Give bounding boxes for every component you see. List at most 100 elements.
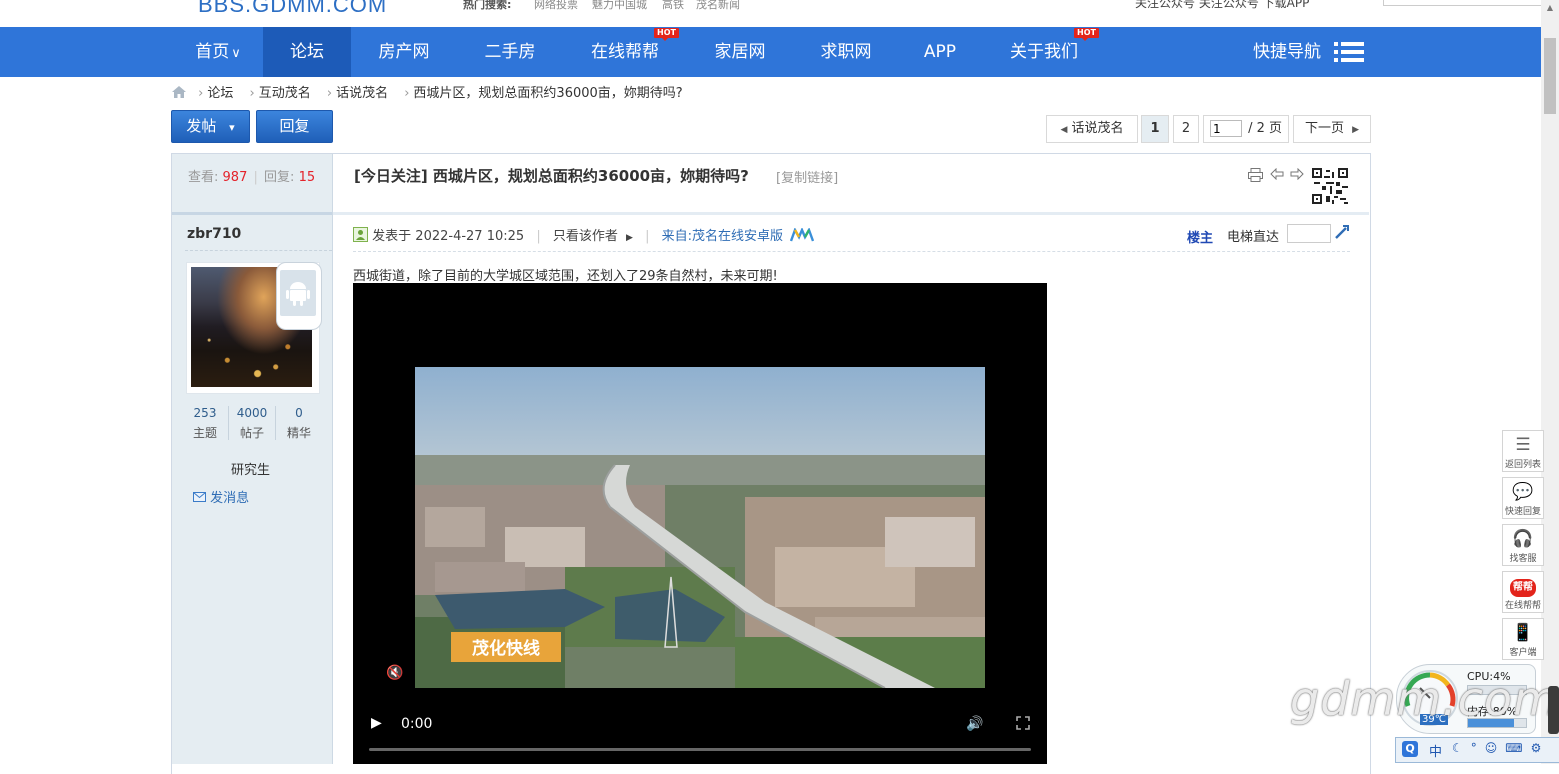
nav-item-jobs[interactable]: 求职网	[806, 27, 886, 77]
chevron-down-icon: ∨	[231, 46, 241, 61]
breadcrumb-link[interactable]: 话说茂名	[336, 86, 388, 101]
video-frame-aerial-view: 茂化快线	[415, 367, 985, 688]
caret-left-icon: ◀	[1060, 125, 1068, 135]
breadcrumb-separator: ›	[249, 86, 255, 101]
stat-divider: |	[253, 170, 258, 185]
page-button-current[interactable]: 1	[1141, 115, 1169, 143]
post-content: 西城街道，除了目前的大学城区域范围，还划入了29条自然村，未来可期!	[353, 269, 778, 284]
page-total-label: / 2 页	[1248, 121, 1283, 136]
divider	[185, 250, 332, 251]
app-icon: 📱	[1512, 623, 1534, 643]
nav-item-label: 关于我们	[1010, 42, 1078, 62]
nav-item-app[interactable]: APP	[915, 27, 965, 77]
breadcrumb-link[interactable]: 论坛	[207, 86, 233, 101]
page-jump-input[interactable]	[1210, 120, 1242, 137]
new-post-button[interactable]: 发帖 ▾	[171, 110, 250, 143]
previous-thread-icon[interactable]	[1270, 167, 1284, 184]
author-topics-count[interactable]: 253	[183, 406, 227, 420]
breadcrumb-link[interactable]: 互动茂名	[259, 86, 311, 101]
nav-item-home[interactable]: 首页 ∨	[178, 27, 258, 77]
play-icon[interactable]: ▶	[371, 715, 382, 731]
online-help-button[interactable]: 帮帮 在线帮帮	[1502, 571, 1544, 613]
hot-badge: HOT	[654, 28, 679, 41]
views-count: 987	[222, 170, 248, 185]
ime-logo-icon[interactable]: Q	[1402, 741, 1418, 757]
home-icon[interactable]	[172, 86, 186, 98]
nav-item-secondhand[interactable]: 二手房	[470, 27, 550, 77]
source-link[interactable]: 来自:茂名在线安卓版	[662, 229, 783, 244]
author-topics-label: 主题	[192, 426, 217, 440]
author-posts-count[interactable]: 4000	[230, 406, 274, 420]
scrollbar-thumb[interactable]	[1544, 38, 1556, 114]
chevron-down-icon: ▾	[229, 121, 235, 134]
page-jump: / 2 页	[1203, 115, 1289, 143]
floor-label[interactable]: 楼主	[1187, 227, 1213, 246]
replies-count: 15	[298, 170, 316, 185]
author-name[interactable]: zbr710	[187, 226, 241, 242]
nav-item-home-decor[interactable]: 家居网	[700, 27, 780, 77]
bangbang-icon: 帮帮	[1503, 572, 1543, 598]
meta-divider: |	[645, 229, 650, 244]
author-posts-label: 帖子	[239, 426, 264, 440]
hot-link[interactable]: 网络投票	[534, 0, 578, 12]
next-page-label: 下一页	[1304, 121, 1344, 136]
quick-nav-button[interactable]: 快捷导航	[1253, 27, 1365, 77]
envelope-icon	[193, 492, 206, 502]
page-button[interactable]: 2	[1173, 115, 1199, 143]
ime-mode[interactable]: 中	[1429, 741, 1442, 760]
only-author-link[interactable]: 只看该作者	[553, 229, 618, 244]
back-to-list-button[interactable]: ☰ 返回列表	[1502, 430, 1544, 472]
elevator-input[interactable]	[1287, 224, 1331, 243]
volume-icon[interactable]: 🔊	[966, 716, 983, 732]
hot-link[interactable]: 高铁	[662, 0, 684, 12]
views-label: 查看:	[188, 170, 219, 185]
float-tool-label: 快速回复	[1504, 507, 1541, 517]
nav-item-about[interactable]: 关于我们 HOT	[1002, 27, 1099, 77]
watermark: gdmm.com	[1290, 672, 1559, 726]
nav-item-help[interactable]: 在线帮帮 HOT	[584, 27, 679, 77]
replies-label: 回复:	[264, 170, 295, 185]
quick-reply-button[interactable]: 💬 快速回复	[1502, 477, 1544, 519]
fullscreen-icon[interactable]	[1016, 716, 1030, 734]
nav-item-house[interactable]: 房产网	[363, 27, 445, 77]
ime-tool-icons[interactable]: ☾°☺⌨⚙	[1452, 741, 1549, 755]
site-logo[interactable]: BBS.GDMM.COM	[198, 0, 387, 18]
post-meta: 发表于 2022-4-27 10:25 | 只看该作者 ▶ | 来自:茂名在线安…	[353, 226, 815, 245]
float-tool-label: 客户端	[1509, 648, 1537, 658]
client-app-button[interactable]: 📱 客户端	[1502, 618, 1544, 660]
breadcrumb-separator: ›	[404, 86, 410, 101]
send-message-link[interactable]: 发消息	[193, 487, 249, 506]
hot-link[interactable]: 魅力中国城	[592, 0, 647, 12]
posted-time: 2022-4-27 10:25	[415, 229, 525, 244]
customer-service-button[interactable]: 🎧 找客服	[1502, 524, 1544, 566]
author-digest-count[interactable]: 0	[277, 406, 321, 420]
copy-link-button[interactable]: [复制链接]	[776, 167, 838, 186]
breadcrumb-current[interactable]: 西城片区，规划总面积约36000亩，妳期待吗?	[413, 86, 682, 101]
quick-nav-label: 快捷导航	[1253, 42, 1321, 62]
stat-divider	[228, 406, 229, 440]
menu-icon	[1334, 42, 1365, 62]
go-floor-icon[interactable]	[1334, 224, 1350, 244]
float-tool-label: 返回列表	[1504, 460, 1541, 470]
video-caption: 茂化快线	[472, 638, 540, 659]
breadcrumb-separator: ›	[326, 86, 333, 101]
back-to-board-button[interactable]: ◀ 话说茂名	[1046, 115, 1138, 143]
scroll-up-arrow-icon[interactable]: ▲	[1544, 2, 1556, 14]
video-progress-bar[interactable]	[369, 748, 1031, 751]
next-thread-icon[interactable]	[1290, 167, 1304, 184]
reply-button[interactable]: 回复	[256, 110, 333, 143]
elevator-label: 电梯直达	[1227, 230, 1280, 245]
top-right-links[interactable]: 关注公众号 关注公众号 下载APP	[1135, 0, 1309, 11]
qr-code-icon[interactable]	[1310, 166, 1350, 206]
avatar-city-lights	[191, 320, 312, 387]
muted-speaker-icon[interactable]: 🔇	[386, 665, 403, 681]
next-page-button[interactable]: 下一页 ▶	[1293, 115, 1371, 143]
nav-item-label: 在线帮帮	[591, 42, 659, 62]
top-search-input[interactable]	[1383, 0, 1545, 6]
gdmm-app-icon	[789, 226, 815, 242]
nav-item-forum[interactable]: 论坛	[263, 27, 351, 77]
window-edge-handle	[1548, 686, 1559, 734]
print-icon[interactable]	[1248, 168, 1263, 186]
hot-link[interactable]: 茂名新闻	[696, 0, 740, 12]
meta-divider: |	[536, 229, 541, 244]
